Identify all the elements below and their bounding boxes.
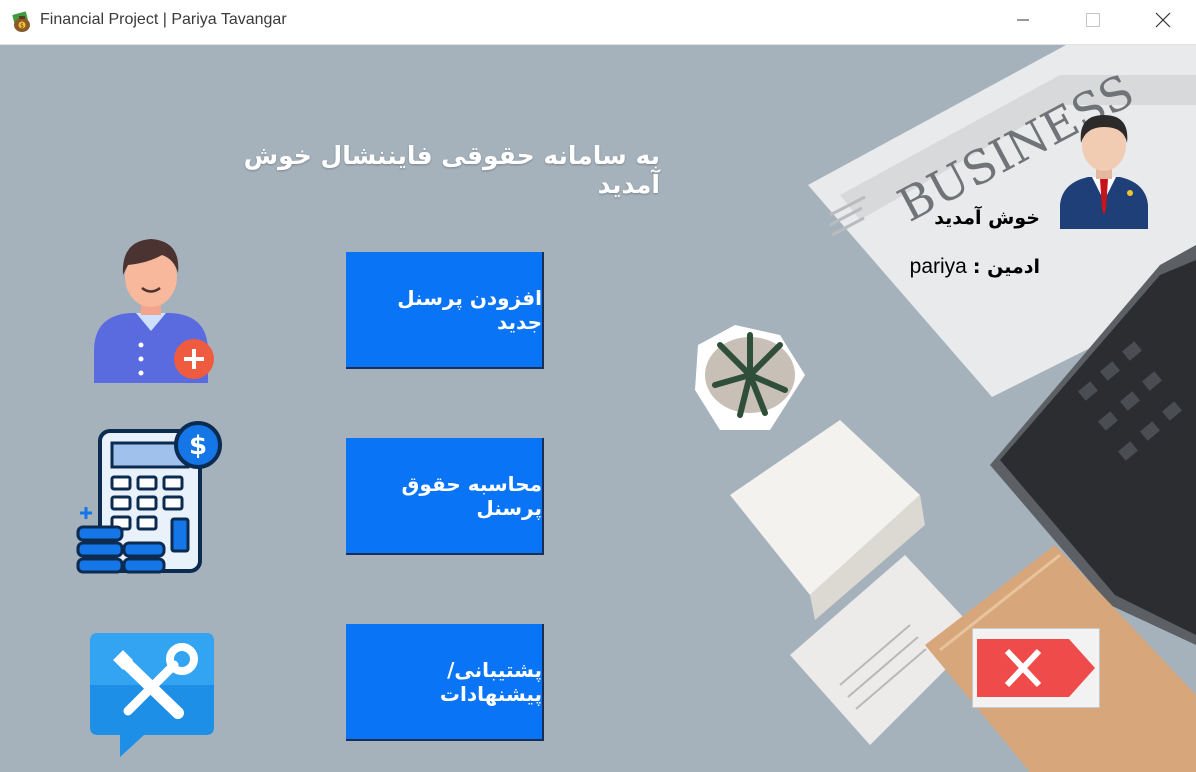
user-greeting: خوش آمدید bbox=[934, 207, 1040, 229]
businessman-avatar-icon bbox=[1060, 115, 1148, 229]
svg-text:$: $ bbox=[20, 23, 24, 30]
add-person-icon bbox=[94, 239, 214, 383]
minimize-icon[interactable] bbox=[1000, 0, 1046, 40]
close-icon[interactable] bbox=[1140, 0, 1186, 40]
welcome-title: به سامانه حقوقی فایننشال خوش آمدید bbox=[243, 141, 660, 199]
svg-text:$: $ bbox=[189, 431, 207, 461]
main-panel: BUSINESS به سامانه حقوقی فایننشال خوش آم… bbox=[0, 45, 1196, 772]
admin-label: ادمین : bbox=[972, 256, 1040, 278]
exit-button[interactable] bbox=[972, 628, 1100, 708]
tools-chat-icon bbox=[90, 633, 214, 757]
money-bag-icon: $ bbox=[12, 11, 30, 32]
title-bar: $ Financial Project | Pariya Tavangar bbox=[0, 0, 1196, 45]
admin-username: pariya bbox=[909, 255, 967, 278]
calculator-dollar-icon: $ bbox=[76, 421, 222, 574]
support-suggestions-button[interactable]: پشتیبانی/پیشنهادات bbox=[346, 624, 544, 741]
maximize-icon[interactable] bbox=[1069, 0, 1115, 40]
exit-x-icon bbox=[977, 639, 1095, 697]
calculate-salary-button[interactable]: محاسبه حقوق پرسنل bbox=[346, 438, 544, 555]
add-personnel-button[interactable]: افزودن پرسنل جدید bbox=[346, 252, 544, 369]
window-title: Financial Project | Pariya Tavangar bbox=[40, 11, 287, 28]
admin-row: pariya ادمین : bbox=[880, 255, 1040, 279]
